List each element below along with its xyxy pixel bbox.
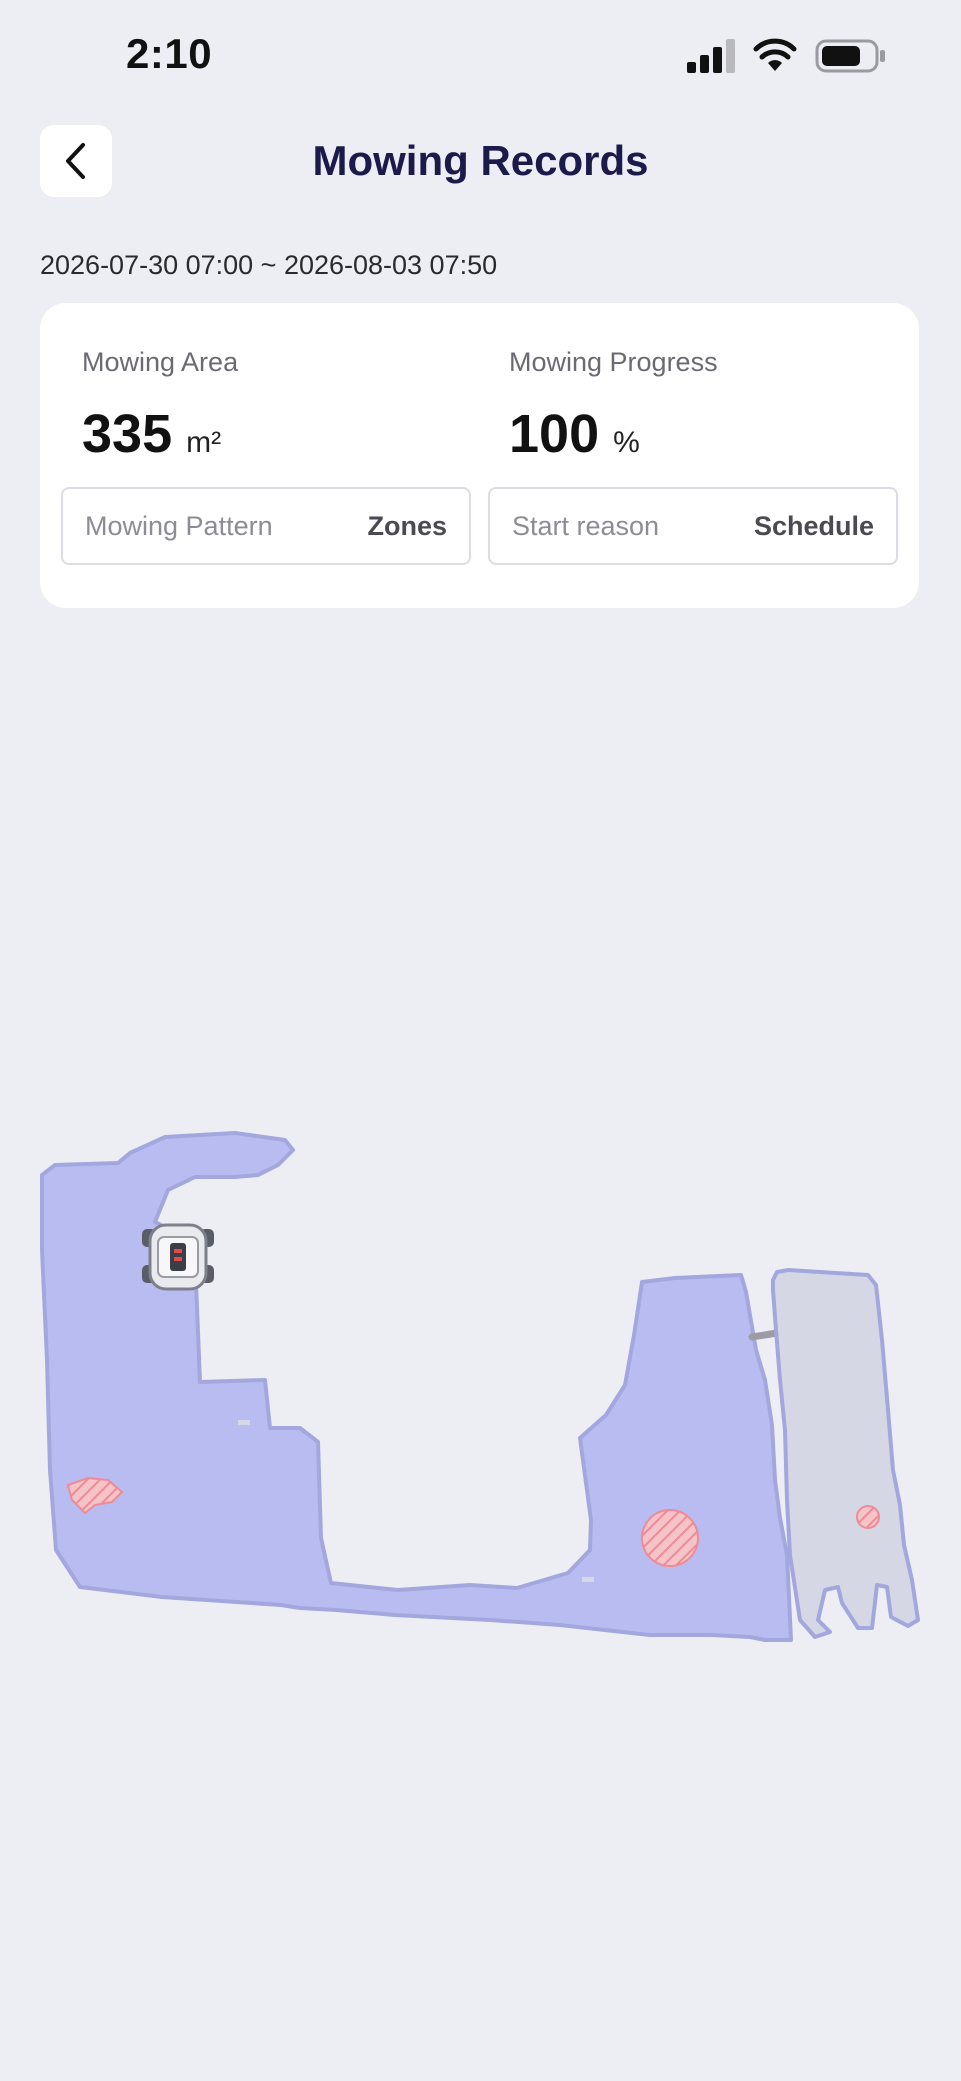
start-reason-value: Schedule: [753, 510, 874, 541]
start-reason-box: Start reason Schedule: [488, 487, 898, 565]
mowing-area-label: Mowing Area: [82, 347, 239, 377]
page-title: Mowing Records: [312, 137, 649, 184]
mowing-area-number: 335: [82, 404, 173, 464]
obstacle-zone: [641, 1509, 699, 1567]
mowing-pattern-box: Mowing Pattern Zones: [61, 487, 471, 565]
mowing-pattern-value: Zones: [367, 510, 447, 541]
map-speck: [238, 1420, 250, 1425]
zone-connector: [748, 1329, 781, 1341]
map-canvas: [40, 1131, 920, 1642]
mowing-area-value: 335 m²: [82, 403, 221, 465]
mowing-area-unit: m²: [186, 426, 222, 459]
obstacle-zone: [856, 1505, 880, 1529]
mowing-map[interactable]: [0, 1100, 961, 1670]
signal-bars-icon: [687, 39, 735, 73]
robot-mower-icon: [142, 1223, 214, 1291]
mowing-progress-value: 100%: [509, 403, 640, 465]
status-icons: [687, 38, 887, 74]
status-bar: 2:10: [0, 0, 961, 110]
mowing-pattern-label: Mowing Pattern: [85, 510, 273, 541]
battery-icon: [815, 39, 885, 73]
summary-card: Mowing Area 335 m² Mowing Progress 100% M…: [40, 303, 919, 608]
mowing-progress-unit: %: [613, 426, 640, 459]
mowing-progress-label: Mowing Progress: [509, 347, 718, 377]
date-range: 2026-07-30 07:00 ~ 2026-08-03 07:50: [40, 250, 498, 280]
start-reason-label: Start reason: [512, 510, 660, 541]
right-unmowed-zone: [771, 1268, 920, 1639]
wifi-icon: [753, 38, 797, 71]
status-time: 2:10: [126, 30, 213, 77]
mowing-progress-number: 100: [509, 404, 600, 464]
map-speck: [582, 1577, 594, 1582]
